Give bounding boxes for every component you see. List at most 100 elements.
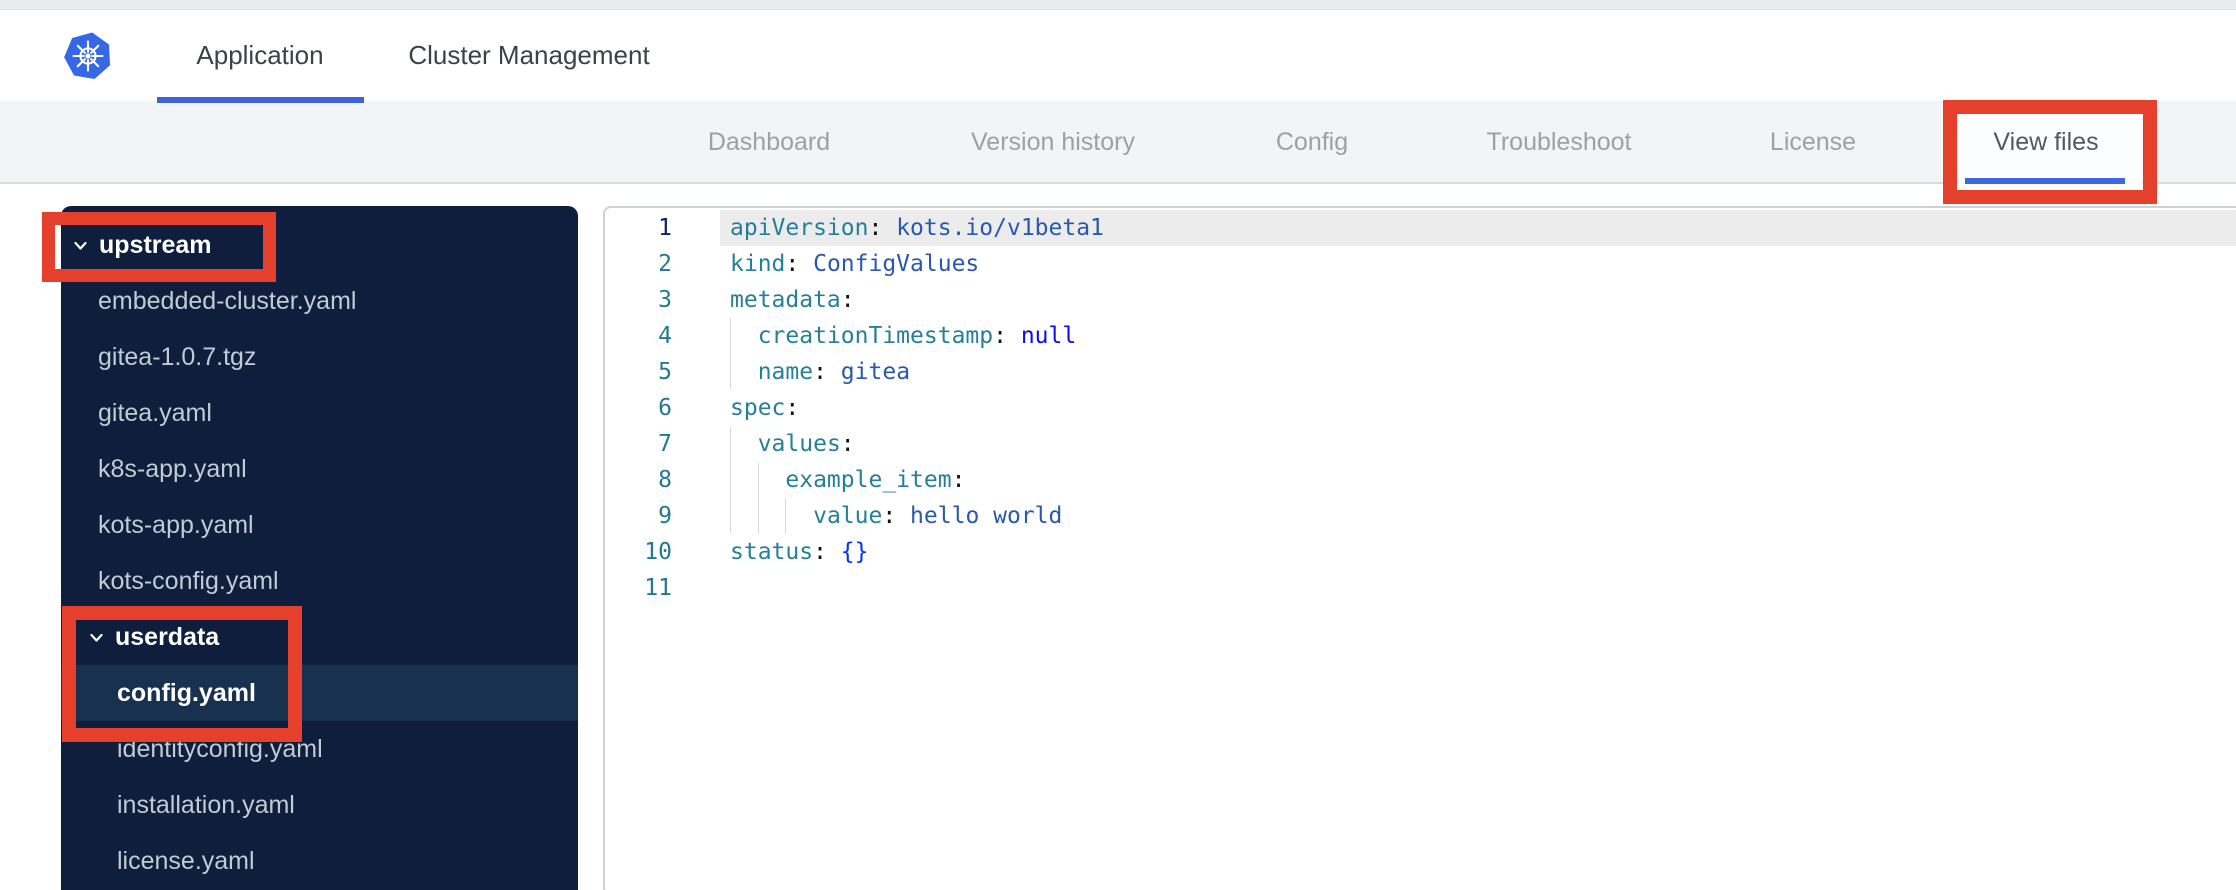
line-content: name: gitea bbox=[720, 354, 2236, 390]
line-number: 8 bbox=[658, 467, 672, 493]
token-punc: : bbox=[882, 503, 897, 529]
token-str: gitea bbox=[826, 359, 911, 385]
tab-application[interactable]: Application bbox=[196, 10, 323, 101]
line-number: 4 bbox=[658, 323, 672, 349]
annotation-box-userdata-config bbox=[62, 606, 302, 742]
tree-file-k8s-app.yaml[interactable]: k8s-app.yaml bbox=[61, 441, 578, 497]
token-punc: : bbox=[868, 215, 883, 241]
window-top-strip bbox=[0, 0, 2236, 10]
app-header: Application Cluster Management bbox=[0, 10, 2236, 101]
code-line-1[interactable]: 1 apiVersion: kots.io/v1beta1 bbox=[605, 210, 2236, 246]
tree-item-label: installation.yaml bbox=[117, 791, 295, 819]
code-line-7[interactable]: 7 values: bbox=[605, 426, 2236, 462]
tree-item-label: gitea-1.0.7.tgz bbox=[98, 343, 257, 371]
token-punc: : bbox=[785, 251, 800, 277]
code-line-10[interactable]: 10 status: {} bbox=[605, 534, 2236, 570]
code-line-8[interactable]: 8 example_item: bbox=[605, 462, 2236, 498]
token-punc: : bbox=[813, 359, 827, 385]
code-area[interactable]: 1 apiVersion: kots.io/v1beta1 2 kind: Confi… bbox=[605, 208, 2236, 606]
token-sp bbox=[730, 503, 813, 529]
line-number: 1 bbox=[658, 215, 672, 241]
token-punc: : bbox=[993, 323, 1007, 349]
subnav-item-version-history[interactable]: Version history bbox=[971, 101, 1135, 184]
tab-cluster-management[interactable]: Cluster Management bbox=[408, 10, 649, 101]
token-punc: : bbox=[951, 467, 966, 493]
token-punc: : bbox=[813, 539, 827, 565]
file-tree-sidebar: upstream embedded-cluster.yaml gitea-1.0.7… bbox=[61, 206, 578, 890]
token-punc: : bbox=[785, 395, 800, 421]
subnav-item-config[interactable]: Config bbox=[1276, 101, 1348, 184]
token-key: status bbox=[730, 539, 814, 565]
tree-file-kots-config.yaml[interactable]: kots-config.yaml bbox=[61, 553, 578, 609]
yaml-editor-panel: 1 apiVersion: kots.io/v1beta1 2 kind: Confi… bbox=[603, 206, 2236, 890]
tree-item-label: k8s-app.yaml bbox=[98, 455, 247, 483]
indent-guide bbox=[730, 354, 731, 390]
token-key: values bbox=[757, 431, 841, 457]
token-brace: {} bbox=[826, 539, 869, 565]
code-line-4[interactable]: 4 creationTimestamp: null bbox=[605, 318, 2236, 354]
line-number: 9 bbox=[658, 503, 672, 529]
line-number: 11 bbox=[644, 575, 672, 601]
tree-file-kots-app.yaml[interactable]: kots-app.yaml bbox=[61, 497, 578, 553]
tree-item-label: gitea.yaml bbox=[98, 399, 212, 427]
code-line-9[interactable]: 9 value: hello world bbox=[605, 498, 2236, 534]
line-number: 7 bbox=[658, 431, 672, 457]
tree-item-label: kots-app.yaml bbox=[98, 511, 254, 539]
tree-item-label: license.yaml bbox=[117, 847, 255, 875]
annotation-box-upstream bbox=[42, 212, 276, 282]
line-content: example_item: bbox=[720, 462, 2236, 498]
line-content: spec: bbox=[720, 390, 2236, 426]
token-key: creationTimestamp bbox=[757, 323, 994, 349]
annotation-box-view-files bbox=[1943, 100, 2157, 204]
code-line-6[interactable]: 6 spec: bbox=[605, 390, 2236, 426]
token-key: apiVersion bbox=[730, 215, 869, 241]
tree-file-license.yaml[interactable]: license.yaml bbox=[61, 833, 578, 889]
line-content: creationTimestamp: null bbox=[720, 318, 2236, 354]
token-str: hello world bbox=[896, 503, 1063, 529]
indent-guide bbox=[730, 426, 731, 462]
application-tab-active-underline bbox=[157, 97, 364, 103]
kubernetes-logo-icon bbox=[64, 32, 111, 80]
line-number: 5 bbox=[658, 359, 672, 385]
line-content: apiVersion: kots.io/v1beta1 bbox=[720, 210, 2236, 246]
token-str: ConfigValues bbox=[799, 251, 980, 277]
indent-guide bbox=[757, 462, 759, 498]
line-number: 3 bbox=[658, 287, 672, 313]
indent-guide bbox=[730, 498, 731, 534]
tree-item-label: kots-config.yaml bbox=[98, 567, 279, 595]
indent-guide bbox=[757, 498, 759, 534]
token-key: example_item bbox=[785, 467, 952, 493]
line-content: metadata: bbox=[720, 282, 2236, 318]
indent-guide bbox=[730, 462, 731, 498]
tree-file-gitea-1.0.7.tgz[interactable]: gitea-1.0.7.tgz bbox=[61, 329, 578, 385]
line-content: status: {} bbox=[720, 534, 2236, 570]
code-line-3[interactable]: 3 metadata: bbox=[605, 282, 2236, 318]
line-number: 2 bbox=[658, 251, 672, 277]
token-key: value bbox=[813, 503, 883, 529]
token-key: metadata bbox=[730, 287, 841, 313]
tree-file-installation.yaml[interactable]: installation.yaml bbox=[61, 777, 578, 833]
token-str: kots.io/v1beta1 bbox=[882, 215, 1104, 241]
subnav-item-dashboard[interactable]: Dashboard bbox=[708, 101, 830, 184]
token-key: spec bbox=[730, 395, 786, 421]
line-content: value: hello world bbox=[720, 498, 2236, 534]
line-content: kind: ConfigValues bbox=[720, 246, 2236, 282]
token-key: name bbox=[757, 359, 814, 385]
code-line-5[interactable]: 5 name: gitea bbox=[605, 354, 2236, 390]
line-number: 6 bbox=[658, 395, 672, 421]
line-content: values: bbox=[720, 426, 2236, 462]
indent-guide bbox=[785, 498, 787, 534]
code-line-11[interactable]: 11 bbox=[605, 570, 2236, 606]
file-tree: upstream embedded-cluster.yaml gitea-1.0.7… bbox=[61, 206, 578, 889]
subnav-item-license[interactable]: License bbox=[1770, 101, 1856, 184]
tree-file-gitea.yaml[interactable]: gitea.yaml bbox=[61, 385, 578, 441]
token-sp bbox=[730, 323, 758, 349]
indent-guide bbox=[730, 318, 731, 354]
token-sp bbox=[730, 431, 758, 457]
subnav-item-troubleshoot[interactable]: Troubleshoot bbox=[1487, 101, 1632, 184]
token-punc: : bbox=[840, 287, 855, 313]
token-kw: null bbox=[1006, 323, 1077, 349]
code-line-2[interactable]: 2 kind: ConfigValues bbox=[605, 246, 2236, 282]
token-sp bbox=[730, 359, 758, 385]
line-number: 10 bbox=[644, 539, 672, 565]
